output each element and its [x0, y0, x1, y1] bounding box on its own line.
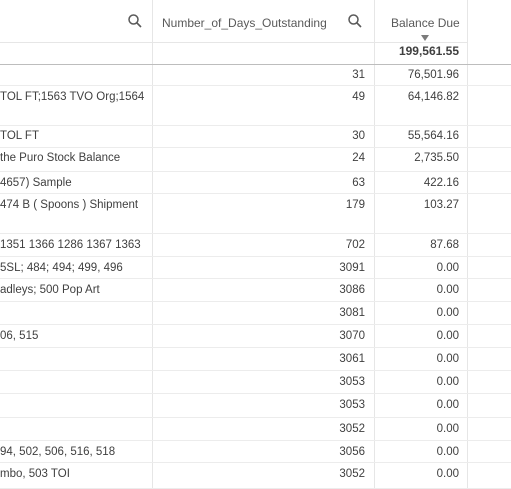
cell-description[interactable]: 94, 502, 506, 516, 518: [0, 446, 150, 458]
cell-days-outstanding[interactable]: 3086: [152, 284, 365, 296]
column-header-days[interactable]: Number_of_Days_Outstanding: [162, 16, 327, 30]
cell-description[interactable]: adleys; 500 Pop Art: [0, 284, 150, 296]
balance-total: 199,561.55: [398, 44, 459, 58]
table-row[interactable]: 3053 0.00: [0, 394, 511, 418]
search-icon[interactable]: [347, 13, 363, 29]
cell-balance-due[interactable]: 0.00: [376, 423, 459, 435]
table-row[interactable]: 4657) Sample 63 422.16: [0, 172, 511, 194]
data-table: Number_of_Days_Outstanding Balance Due 1…: [0, 0, 511, 489]
cell-days-outstanding[interactable]: 3091: [152, 262, 365, 274]
cell-balance-due[interactable]: 87.68: [376, 239, 459, 251]
table-row[interactable]: the Puro Stock Balance 24 2,735.50: [0, 148, 511, 172]
sort-descending-icon[interactable]: [421, 35, 429, 41]
table-row[interactable]: 3052 0.00: [0, 418, 511, 441]
cell-days-outstanding[interactable]: 31: [152, 69, 365, 81]
cell-days-outstanding[interactable]: 702: [152, 239, 365, 251]
table-row[interactable]: adleys; 500 Pop Art 3086 0.00: [0, 279, 511, 302]
cell-balance-due[interactable]: 2,735.50: [376, 152, 459, 164]
table-row[interactable]: 5SL; 484; 494; 499, 496 3091 0.00: [0, 257, 511, 279]
cell-description[interactable]: TOL FT;1563 TVO Org;1564: [0, 91, 150, 103]
cell-description[interactable]: 474 B ( Spoons ) Shipment: [0, 199, 150, 211]
cell-days-outstanding[interactable]: 3053: [152, 376, 365, 388]
cell-days-outstanding[interactable]: 30: [152, 130, 365, 142]
cell-days-outstanding[interactable]: 3061: [152, 353, 365, 365]
cell-balance-due[interactable]: 0.00: [376, 376, 459, 388]
cell-days-outstanding[interactable]: 24: [152, 152, 365, 164]
cell-balance-due[interactable]: 0.00: [376, 446, 459, 458]
table-row[interactable]: TOL FT 30 55,564.16: [0, 126, 511, 148]
table-row[interactable]: 3081 0.00: [0, 302, 511, 325]
cell-days-outstanding[interactable]: 3052: [152, 468, 365, 480]
cell-description[interactable]: 5SL; 484; 494; 499, 496: [0, 262, 150, 274]
table-row[interactable]: 474 B ( Spoons ) Shipment 179 103.27: [0, 194, 511, 234]
cell-balance-due[interactable]: 0.00: [376, 307, 459, 319]
cell-balance-due[interactable]: 0.00: [376, 353, 459, 365]
header-divider: [0, 42, 467, 43]
cell-description[interactable]: TOL FT: [0, 130, 150, 142]
cell-description[interactable]: mbo, 503 TOI: [0, 468, 150, 480]
table-row[interactable]: TOL FT;1563 TVO Org;1564 49 64,146.82: [0, 86, 511, 126]
cell-balance-due[interactable]: 103.27: [376, 199, 459, 211]
table-row[interactable]: 06, 515 3070 0.00: [0, 325, 511, 348]
cell-balance-due[interactable]: 64,146.82: [376, 91, 459, 103]
cell-days-outstanding[interactable]: 49: [152, 91, 365, 103]
search-icon[interactable]: [127, 13, 143, 29]
cell-balance-due[interactable]: 0.00: [376, 399, 459, 411]
cell-description[interactable]: 06, 515: [0, 330, 150, 342]
cell-balance-due[interactable]: 55,564.16: [376, 130, 459, 142]
cell-description[interactable]: 1351 1366 1286 1367 1363: [0, 239, 150, 251]
cell-balance-due[interactable]: 0.00: [376, 330, 459, 342]
cell-days-outstanding[interactable]: 3070: [152, 330, 365, 342]
cell-days-outstanding[interactable]: 3056: [152, 446, 365, 458]
cell-balance-due[interactable]: 76,501.96: [376, 69, 459, 81]
cell-days-outstanding[interactable]: 179: [152, 199, 365, 211]
cell-balance-due[interactable]: 0.00: [376, 468, 459, 480]
cell-description[interactable]: 4657) Sample: [0, 177, 150, 189]
cell-balance-due[interactable]: 0.00: [376, 284, 459, 296]
table-header: Number_of_Days_Outstanding Balance Due: [0, 0, 511, 42]
cell-days-outstanding[interactable]: 3053: [152, 399, 365, 411]
cell-balance-due[interactable]: 422.16: [376, 177, 459, 189]
table-row[interactable]: mbo, 503 TOI 3052 0.00: [0, 463, 511, 489]
cell-days-outstanding[interactable]: 63: [152, 177, 365, 189]
table-row[interactable]: 31 76,501.96: [0, 64, 511, 86]
column-header-balance[interactable]: Balance Due: [391, 16, 460, 30]
cell-balance-due[interactable]: 0.00: [376, 262, 459, 274]
table-row[interactable]: 3053 0.00: [0, 371, 511, 394]
cell-description[interactable]: the Puro Stock Balance: [0, 152, 150, 164]
table-row[interactable]: 1351 1366 1286 1367 1363 702 87.68: [0, 234, 511, 257]
table-row[interactable]: 3061 0.00: [0, 348, 511, 371]
cell-days-outstanding[interactable]: 3052: [152, 423, 365, 435]
cell-days-outstanding[interactable]: 3081: [152, 307, 365, 319]
table-row[interactable]: 94, 502, 506, 516, 518 3056 0.00: [0, 441, 511, 463]
